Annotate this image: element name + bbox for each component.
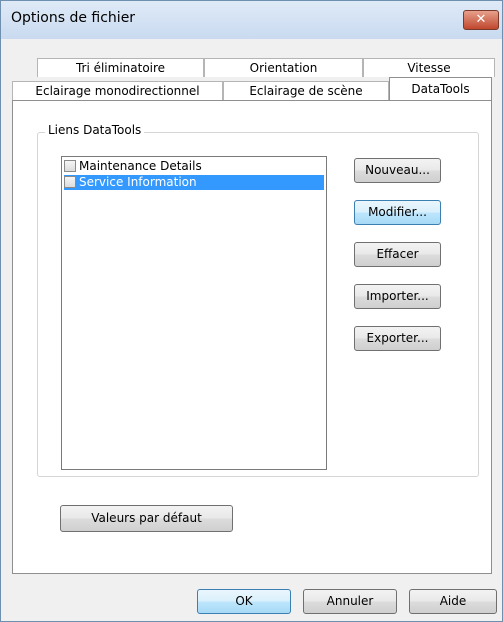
restore-defaults-button[interactable]: Valeurs par défaut (60, 505, 233, 532)
list-item[interactable]: Service Information (64, 175, 324, 190)
import-button[interactable]: Importer... (354, 284, 441, 309)
new-button[interactable]: Nouveau... (354, 158, 441, 183)
close-button[interactable]: ✕ (463, 10, 499, 30)
tab-orientation[interactable]: Orientation (204, 58, 363, 77)
dialog-footer: OK Annuler Aide (1, 577, 502, 621)
help-button[interactable]: Aide (409, 589, 497, 614)
list-item-label: Maintenance Details (79, 159, 202, 173)
datatools-tab-page: Liens DataTools Maintenance Details Serv… (12, 100, 492, 574)
delete-button[interactable]: Effacer (354, 242, 441, 267)
tab-eclairage-de-scene[interactable]: Eclairage de scène (223, 81, 389, 100)
ok-button[interactable]: OK (197, 589, 291, 614)
file-options-dialog: Options de fichier ✕ Tri éliminatoire Or… (0, 0, 503, 622)
tab-datatools[interactable]: DataTools (389, 77, 492, 100)
export-button[interactable]: Exporter... (354, 326, 441, 351)
tab-vitesse[interactable]: Vitesse (363, 58, 495, 77)
tab-row-back: Tri éliminatoire Orientation Vitesse (37, 58, 495, 77)
list-item-checkbox[interactable] (64, 176, 76, 188)
cancel-button[interactable]: Annuler (303, 589, 397, 614)
title-bar[interactable]: Options de fichier ✕ (1, 1, 502, 39)
tab-row-front: Eclairage monodirectionnel Eclairage de … (12, 77, 492, 100)
tab-tri-eliminatoire[interactable]: Tri éliminatoire (37, 58, 204, 77)
list-item[interactable]: Maintenance Details (64, 159, 324, 174)
group-label: Liens DataTools (45, 123, 145, 137)
window-title: Options de fichier (11, 10, 136, 26)
tab-eclairage-monodirectionnel[interactable]: Eclairage monodirectionnel (12, 81, 223, 100)
close-icon: ✕ (475, 12, 487, 27)
modify-button[interactable]: Modifier... (354, 200, 441, 225)
datatools-links-list[interactable]: Maintenance Details Service Information (61, 156, 327, 470)
list-item-label: Service Information (79, 175, 197, 189)
list-item-checkbox[interactable] (64, 160, 76, 172)
